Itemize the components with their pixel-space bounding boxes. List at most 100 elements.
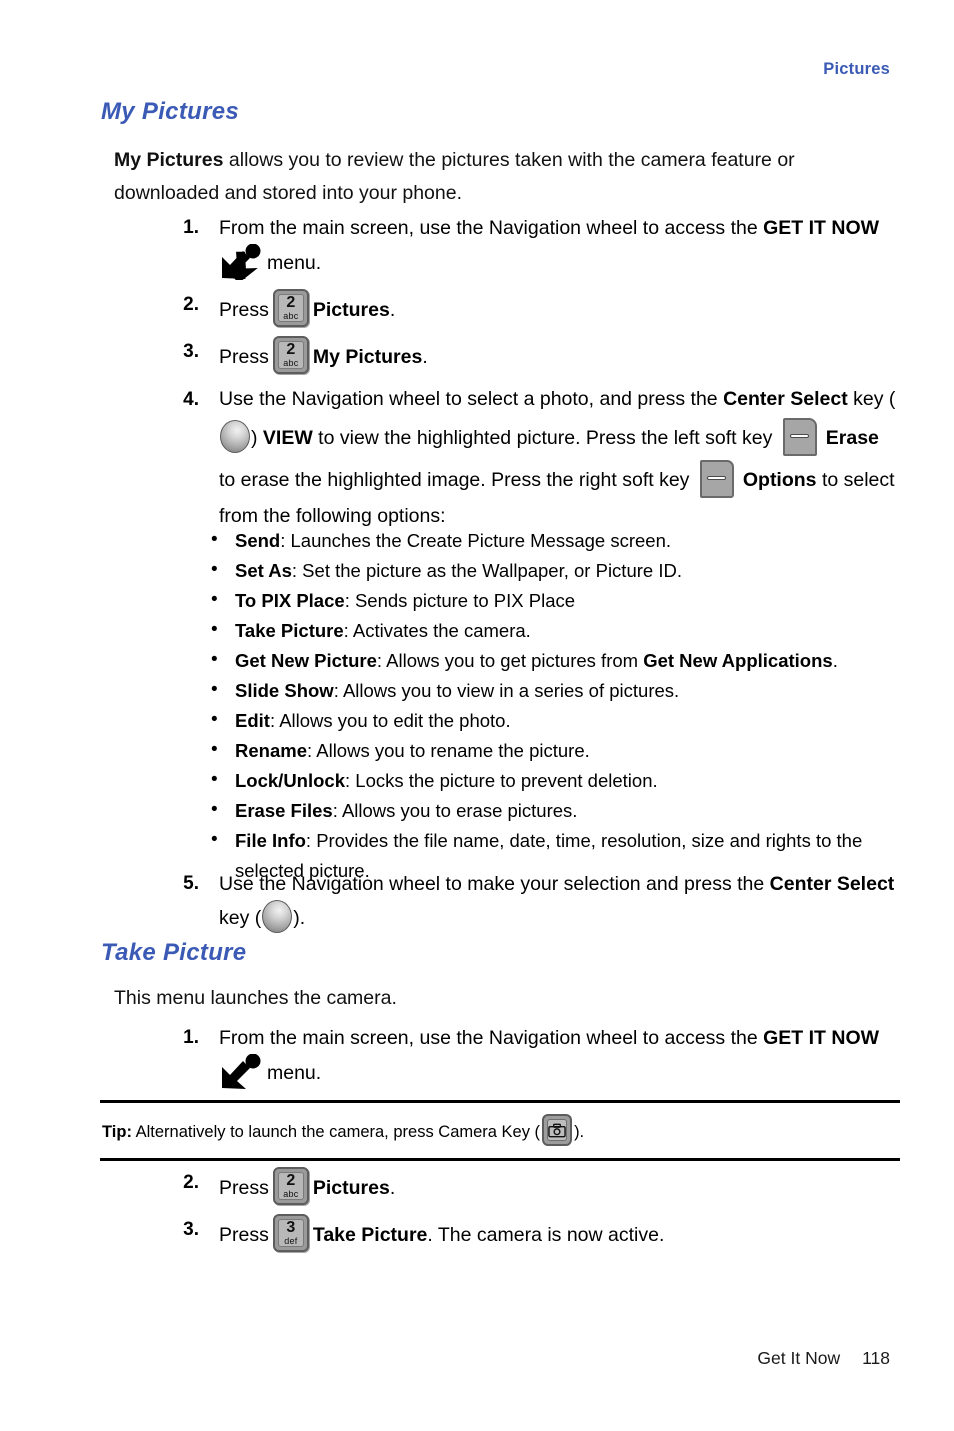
list-item: 3. Press 3 def Take Picture. The camera is … (167, 1214, 897, 1252)
step-bold-term: Pictures (312, 1177, 390, 1199)
step-body: Use the Navigation wheel to make your se… (219, 868, 897, 934)
option-desc: : Set the picture as the Wallpaper, or P… (291, 560, 682, 581)
center-select-key-icon (220, 420, 250, 453)
option-desc: : Locks the picture to prevent deletion. (345, 770, 658, 791)
key-digit: 2 (286, 1171, 296, 1189)
list-item: Take Picture: Activates the camera. (205, 615, 895, 646)
list-item: Send: Launches the Create Picture Messag… (205, 525, 895, 556)
key-digit: 2 (286, 293, 296, 311)
step-text: Use the Navigation wheel to make your se… (219, 873, 770, 895)
list-item: Get New Picture: Allows you to get pictu… (205, 645, 895, 676)
option-desc: : Allows you to erase pictures. (332, 800, 578, 821)
step-number: 3. (183, 1219, 199, 1240)
step-number: 2. (183, 1172, 199, 1193)
list-item: Erase Files: Allows you to erase picture… (205, 795, 895, 826)
list-item: 1. From the main screen, use the Navigat… (167, 212, 897, 283)
step-bold-term: Pictures (312, 299, 390, 321)
step-text: Press (219, 1177, 269, 1199)
step-bold-term: Take Picture (312, 1224, 428, 1246)
step-number: 3. (183, 341, 199, 362)
step-text: Press (219, 346, 269, 368)
step-bold-erase: Erase (825, 427, 879, 449)
key-digit: 2 (286, 340, 296, 358)
step-text-tail: . (389, 299, 396, 321)
running-header: Pictures (823, 60, 890, 78)
option-desc: : Allows you to get pictures from (376, 650, 644, 671)
option-desc: : Activates the camera. (343, 620, 531, 641)
page-footer: Get It Now 118 (757, 1348, 890, 1369)
tip-box: Tip: Alternatively to launch the camera,… (100, 1100, 900, 1161)
list-item: Set As: Set the picture as the Wallpaper… (205, 555, 895, 586)
camera-key-icon (542, 1114, 573, 1146)
intro-paragraph-my-pictures: My Pictures allows you to review the pic… (114, 144, 874, 210)
step-text: Press (219, 299, 269, 321)
step-text-tail: menu. (267, 1062, 322, 1084)
steps-list-my-pictures-step5: 5. Use the Navigation wheel to make your… (167, 868, 897, 943)
step-text: Use the Navigation wheel to select a pho… (219, 388, 724, 410)
section-heading-take-picture: Take Picture (101, 939, 247, 966)
steps-list-my-pictures: 1. From the main screen, use the Navigat… (167, 212, 897, 542)
option-term: Erase Files (235, 800, 333, 821)
option-term: Take Picture (235, 620, 344, 641)
step-text-tail: . (389, 1177, 396, 1199)
steps-list-take-picture-step1: 1. From the main screen, use the Navigat… (167, 1022, 897, 1099)
tip-body-tail: ). (574, 1123, 585, 1141)
step-text-tail: menu. (267, 252, 322, 274)
tip-body: Alternatively to launch the camera, pres… (131, 1123, 541, 1141)
option-term: Send (235, 530, 281, 551)
keypad-key-3-icon: 3 def (272, 1214, 309, 1252)
list-item: 5. Use the Navigation wheel to make your… (167, 868, 897, 934)
option-desc: : Allows you to view in a series of pict… (333, 680, 680, 701)
option-desc: : Allows you to edit the photo. (269, 710, 511, 731)
step-body: Use the Navigation wheel to select a pho… (219, 383, 897, 533)
step-body: From the main screen, use the Navigation… (219, 1022, 897, 1090)
step-bold-options: Options (742, 469, 817, 491)
steps-list-take-picture: 2. Press 2 abc Pictures. 3. Press 3 def Take P… (167, 1167, 897, 1261)
right-soft-key-icon (699, 458, 739, 502)
step-text: key ( (219, 907, 262, 929)
step-text: to view the highlighted picture. Press t… (312, 427, 778, 449)
tip-text: Tip: Alternatively to launch the camera,… (100, 1103, 900, 1158)
center-select-key-icon (262, 900, 293, 933)
option-term: File Info (235, 830, 306, 851)
option-desc: : Allows you to rename the picture. (306, 740, 590, 761)
list-item: 1. From the main screen, use the Navigat… (167, 1022, 897, 1090)
footer-section-label: Get It Now (757, 1348, 841, 1368)
left-soft-key-icon (782, 416, 822, 460)
step-body: Press 3 def Take Picture. The camera is now… (219, 1214, 897, 1252)
intro-bold-term: My Pictures (114, 149, 224, 171)
option-desc: : Sends picture to PIX Place (344, 590, 576, 611)
step-number: 1. (183, 1027, 199, 1048)
step-bold-view: VIEW (262, 427, 313, 449)
option-term: Edit (235, 710, 270, 731)
step-number: 2. (183, 294, 199, 315)
list-item: Edit: Allows you to edit the photo. (205, 705, 895, 736)
list-item: Lock/Unlock: Locks the picture to preven… (205, 765, 895, 796)
step-text-tail: ). (293, 907, 306, 929)
tip-label: Tip: (102, 1123, 132, 1141)
key-sublabel: abc (283, 310, 299, 321)
option-desc: : Launches the Create Picture Message sc… (280, 530, 672, 551)
step-body: From the main screen, use the Navigation… (219, 212, 897, 283)
list-item: 2. Press 2 abc Pictures. (167, 289, 897, 327)
list-item: 3. Press 2 abc My Pictures. (167, 336, 897, 374)
step-number: 4. (183, 389, 199, 410)
option-term: To PIX Place (235, 590, 345, 611)
intro-paragraph-take-picture: This menu launches the camera. (114, 987, 397, 1009)
step-number: 1. (183, 217, 199, 238)
step-bold-term: GET IT NOW (763, 217, 880, 239)
step-text-tail: . (422, 346, 428, 368)
key-sublabel: def (284, 1235, 298, 1246)
list-item: Slide Show: Allows you to view in a seri… (205, 675, 895, 706)
key-digit: 3 (286, 1218, 296, 1236)
step-body: Press 2 abc Pictures. (219, 289, 897, 327)
options-bullet-list: Send: Launches the Create Picture Messag… (205, 525, 895, 886)
footer-page-number: 118 (862, 1348, 890, 1368)
key-sublabel: abc (283, 357, 299, 368)
step-text: key ( (847, 388, 896, 410)
step-number: 5. (183, 873, 199, 894)
option-desc-bold: Get New Applications (643, 650, 833, 671)
tip-rule-bottom (100, 1158, 900, 1161)
option-term: Lock/Unlock (235, 770, 345, 791)
get-it-now-arrow-icon (219, 243, 261, 283)
